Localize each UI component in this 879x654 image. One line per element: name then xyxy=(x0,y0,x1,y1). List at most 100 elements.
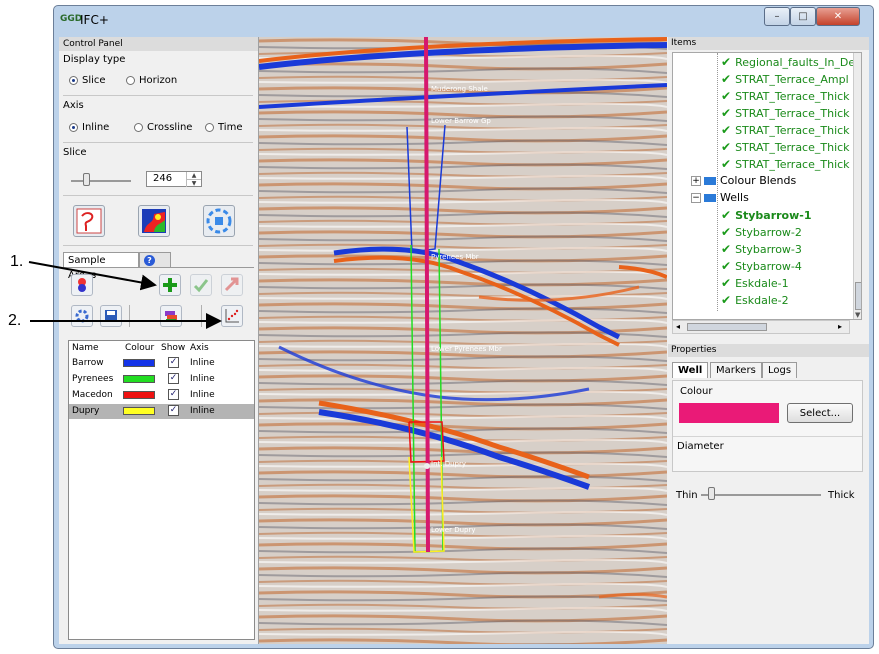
maximize-button[interactable]: □ xyxy=(790,7,816,26)
slice-slider-thumb[interactable] xyxy=(83,173,90,186)
spin-down-icon[interactable]: ▼ xyxy=(186,179,201,187)
check-icon: ✔ xyxy=(721,55,732,69)
slice-slider-track[interactable] xyxy=(71,180,131,182)
layers-tool-button[interactable] xyxy=(160,305,182,327)
tree-item[interactable]: ✔ STRAT_Terrace_Ampl xyxy=(721,72,849,86)
settings-tool-button[interactable] xyxy=(71,305,93,327)
3d-view-tool-button[interactable] xyxy=(203,205,235,237)
tab-logs[interactable]: Logs xyxy=(762,362,798,378)
row-show-checkbox[interactable]: ✓ xyxy=(168,357,179,368)
remove-sample-area-button[interactable] xyxy=(221,274,243,296)
divider xyxy=(63,95,253,96)
close-button[interactable]: ✕ xyxy=(816,7,860,26)
minimize-button[interactable]: – xyxy=(764,7,790,26)
tree-item[interactable]: ✔ Eskdale-2 xyxy=(721,293,789,307)
scroll-left-icon[interactable]: ◂ xyxy=(676,322,680,331)
seismic-section[interactable]: Muderong Shale Lower Barrow Gp Pyrenees … xyxy=(259,37,667,644)
crossline-radio[interactable]: Crossline xyxy=(134,122,192,133)
row-axis: Inline xyxy=(190,406,215,416)
horizon-map-tool-button[interactable] xyxy=(138,205,170,237)
sample-color-icon xyxy=(78,278,86,292)
scrollbar-thumb[interactable] xyxy=(855,282,861,310)
table-row[interactable]: Macedon ✓ Inline xyxy=(69,388,254,403)
table-row-selected[interactable]: Dupry ✓ Inline xyxy=(69,404,254,419)
help-icon: ? xyxy=(144,255,155,266)
row-show-checkbox[interactable]: ✓ xyxy=(168,405,179,416)
check-icon: ✔ xyxy=(721,276,732,290)
scrollbar-thumb[interactable] xyxy=(687,323,767,331)
horizon-radio[interactable]: Horizon xyxy=(126,75,177,86)
diameter-slider-track[interactable] xyxy=(701,494,821,496)
thin-label: Thin xyxy=(676,490,698,501)
column-header-name: Name xyxy=(72,343,99,353)
save-tool-button[interactable] xyxy=(100,305,122,327)
row-name: Macedon xyxy=(72,390,113,400)
tree-item[interactable]: ✔ Eskdale-1 xyxy=(721,276,789,290)
control-panel-title: Control Panel xyxy=(59,37,258,51)
tree-item[interactable]: ✔ Regional_faults_In_De xyxy=(721,55,855,69)
annotation-number: 2. xyxy=(8,312,22,329)
divider xyxy=(63,195,253,196)
slice-spinbox[interactable]: 246 ▲ ▼ xyxy=(146,171,202,187)
time-radio[interactable]: Time xyxy=(205,122,242,133)
tab-markers[interactable]: Markers xyxy=(710,362,762,378)
add-sample-area-button[interactable] xyxy=(159,274,181,296)
edit-sample-area-button[interactable] xyxy=(190,274,212,296)
tree-horizontal-scrollbar[interactable]: ◂ ▸ xyxy=(672,320,850,334)
tree-item[interactable]: ✔ STRAT_Terrace_Thick xyxy=(721,106,850,120)
tree-item[interactable]: ✔ Stybarrow-4 xyxy=(721,259,802,273)
seismic-view[interactable]: Muderong Shale Lower Barrow Gp Pyrenees … xyxy=(259,37,667,644)
colour-swatch[interactable] xyxy=(679,403,779,423)
tree-item[interactable]: ✔ STRAT_Terrace_Thick xyxy=(721,157,850,171)
tree-item[interactable]: ✔ STRAT_Terrace_Thick xyxy=(721,123,850,137)
app-logo-icon: GGD xyxy=(60,14,83,24)
app-window: GGD IFC+ – □ ✕ Control Panel Display typ… xyxy=(53,5,874,649)
inline-radio[interactable]: Inline xyxy=(69,122,109,133)
properties-panel-title: Properties xyxy=(668,344,869,357)
title-bar[interactable]: GGD IFC+ – □ ✕ xyxy=(54,6,873,34)
row-colour-swatch[interactable] xyxy=(123,391,155,399)
row-colour-swatch[interactable] xyxy=(123,407,155,415)
row-show-checkbox[interactable]: ✓ xyxy=(168,373,179,384)
row-name: Pyrenees xyxy=(72,374,114,384)
row-axis: Inline xyxy=(190,358,215,368)
scroll-down-icon[interactable]: ▼ xyxy=(855,311,860,319)
table-row[interactable]: Pyrenees ✓ Inline xyxy=(69,372,254,387)
row-colour-swatch[interactable] xyxy=(123,359,155,367)
spin-up-icon[interactable]: ▲ xyxy=(186,172,201,179)
scroll-right-icon[interactable]: ▸ xyxy=(838,322,842,331)
sample-color-tool-button[interactable] xyxy=(71,274,93,296)
crossplot-tool-button[interactable] xyxy=(221,305,243,327)
items-panel-title: Items xyxy=(668,37,869,50)
horizon-label: Pyrenees Mbr xyxy=(431,253,479,261)
check-icon: ✔ xyxy=(721,293,732,307)
folder-icon xyxy=(704,193,716,202)
well-path-tool-button[interactable] xyxy=(73,205,105,237)
slice-radio[interactable]: Slice xyxy=(69,75,106,86)
sample-areas-table: Name Colour Show Axis Barrow ✓ Inline Py… xyxy=(68,340,255,640)
row-show-checkbox[interactable]: ✓ xyxy=(168,389,179,400)
display-type-label: Display type xyxy=(63,54,126,65)
tree-folder-wells[interactable]: − Wells xyxy=(691,191,749,204)
save-icon xyxy=(105,310,117,322)
row-name: Dupry xyxy=(72,406,100,416)
tree-item[interactable]: ✔ Stybarrow-3 xyxy=(721,242,802,256)
check-icon: ✔ xyxy=(721,89,732,103)
tree-vertical-scrollbar[interactable]: ▼ xyxy=(853,53,861,319)
tab-well[interactable]: Well xyxy=(672,362,709,378)
check-icon: ✔ xyxy=(721,259,732,273)
diameter-slider-thumb[interactable] xyxy=(708,487,715,500)
tree-item[interactable]: ✔ Stybarrow-2 xyxy=(721,225,802,239)
tab-help[interactable]: ? xyxy=(139,252,171,267)
window-title: IFC+ xyxy=(80,13,109,27)
tree-item[interactable]: ✔ STRAT_Terrace_Thick xyxy=(721,89,850,103)
horizon-label: Lower Barrow Gp xyxy=(431,117,491,125)
tab-sample-areas[interactable]: Sample Areas xyxy=(63,252,139,281)
table-row[interactable]: Barrow ✓ Inline xyxy=(69,356,254,371)
select-colour-button[interactable]: Select... xyxy=(787,403,853,423)
tree-item[interactable]: ✔ STRAT_Terrace_Thick xyxy=(721,140,850,154)
tree-item-selected[interactable]: ✔ Stybarrow-1 xyxy=(721,208,812,222)
tree-folder-colour-blends[interactable]: + Colour Blends xyxy=(691,174,796,187)
3d-cube-icon xyxy=(206,208,232,234)
row-colour-swatch[interactable] xyxy=(123,375,155,383)
